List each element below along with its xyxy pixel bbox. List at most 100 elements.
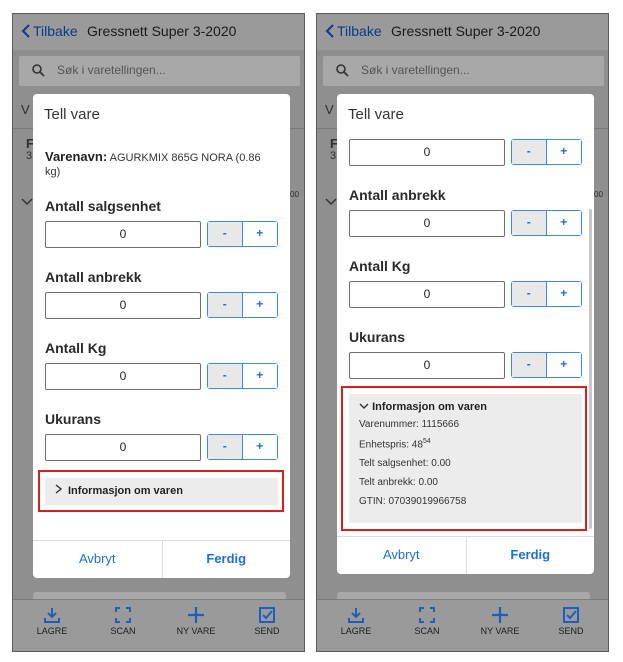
increment-button[interactable]: + bbox=[546, 282, 581, 306]
nav-label: NY VARE bbox=[480, 626, 520, 636]
background-superscript: 00 bbox=[290, 190, 299, 199]
increment-button[interactable]: + bbox=[242, 293, 277, 317]
increment-button[interactable]: + bbox=[242, 364, 277, 388]
decrement-button[interactable]: - bbox=[208, 222, 243, 246]
modal-footer: Avbryt Ferdig bbox=[33, 540, 290, 578]
top-bar: Tilbake Gressnett Super 3-2020 bbox=[317, 14, 608, 50]
nav-scan-button[interactable]: SCAN bbox=[397, 606, 457, 636]
nav-scan-button[interactable]: SCAN bbox=[93, 606, 153, 636]
quantity-stepper: - + bbox=[207, 363, 278, 389]
search-icon bbox=[336, 64, 349, 77]
increment-button[interactable]: + bbox=[242, 222, 277, 246]
chevron-left-icon bbox=[325, 24, 334, 38]
quantity-input-ukurans[interactable]: 0 bbox=[349, 352, 505, 379]
decrement-button[interactable]: - bbox=[512, 211, 547, 235]
decrement-button[interactable]: - bbox=[512, 353, 547, 377]
decrement-button[interactable]: - bbox=[512, 282, 547, 306]
quantity-input-salgsenhet[interactable]: 0 bbox=[349, 139, 505, 166]
top-bar: Tilbake Gressnett Super 3-2020 bbox=[13, 14, 304, 50]
send-icon bbox=[563, 607, 579, 623]
modal-scrollbar[interactable] bbox=[589, 209, 592, 529]
increment-button[interactable]: + bbox=[546, 211, 581, 235]
nav-label: SCAN bbox=[414, 626, 440, 636]
decrement-button[interactable]: - bbox=[208, 364, 243, 388]
decrement-button[interactable]: - bbox=[512, 140, 547, 164]
scan-icon bbox=[419, 607, 435, 623]
quantity-stepper: - + bbox=[511, 352, 582, 378]
increment-button[interactable]: + bbox=[242, 435, 277, 459]
modal-title: Tell vare bbox=[348, 106, 404, 123]
quantity-input-ukurans[interactable]: 0 bbox=[45, 434, 201, 461]
quantity-stepper: - + bbox=[207, 221, 278, 247]
nav-label: SCAN bbox=[110, 626, 136, 636]
nav-send-button[interactable]: SEND bbox=[541, 606, 601, 636]
page-title: Gressnett Super 3-2020 bbox=[391, 23, 541, 39]
decrement-button[interactable]: - bbox=[208, 293, 243, 317]
search-icon bbox=[32, 64, 45, 77]
quantity-input-anbrekk[interactable]: 0 bbox=[349, 210, 505, 237]
nav-save-button[interactable]: LAGRE bbox=[22, 606, 82, 636]
quantity-stepper: - + bbox=[511, 281, 582, 307]
send-icon bbox=[259, 607, 275, 623]
back-label: Tilbake bbox=[337, 23, 382, 39]
phone-screen-left: Tilbake Gressnett Super 3-2020 Søk i var… bbox=[12, 13, 305, 652]
done-button[interactable]: Ferdig bbox=[465, 537, 595, 574]
save-icon bbox=[44, 608, 60, 623]
field-label-kg: Antall Kg bbox=[349, 258, 411, 274]
field-label-anbrekk: Antall anbrekk bbox=[45, 269, 142, 285]
page-title: Gressnett Super 3-2020 bbox=[87, 23, 237, 39]
phone-screen-right: Tilbake Gressnett Super 3-2020 Søk i var… bbox=[316, 13, 609, 652]
back-button[interactable]: Tilbake bbox=[21, 23, 78, 39]
nav-label: LAGRE bbox=[36, 626, 68, 636]
nav-send-button[interactable]: SEND bbox=[237, 606, 297, 636]
background-letter: 3 bbox=[330, 150, 337, 162]
nav-label: SEND bbox=[558, 626, 584, 636]
cancel-button[interactable]: Avbryt bbox=[337, 537, 466, 574]
back-button[interactable]: Tilbake bbox=[325, 23, 382, 39]
nav-label: NY VARE bbox=[176, 626, 216, 636]
highlight-box-expanded-info bbox=[341, 386, 587, 531]
quantity-input-anbrekk[interactable]: 0 bbox=[45, 292, 201, 319]
highlight-box-collapsed-info bbox=[38, 470, 284, 512]
chevron-down-icon bbox=[325, 194, 337, 209]
decrement-button[interactable]: - bbox=[208, 435, 243, 459]
save-icon bbox=[348, 608, 364, 623]
back-label: Tilbake bbox=[33, 23, 78, 39]
field-label-kg: Antall Kg bbox=[45, 340, 107, 356]
quantity-input-kg[interactable]: 0 bbox=[45, 363, 201, 390]
nav-save-button[interactable]: LAGRE bbox=[326, 606, 386, 636]
nav-label: LAGRE bbox=[340, 626, 372, 636]
field-label-salgsenhet: Antall salgsenhet bbox=[45, 198, 161, 214]
chevron-left-icon bbox=[21, 24, 30, 38]
increment-button[interactable]: + bbox=[546, 140, 581, 164]
quantity-input-salgsenhet[interactable]: 0 bbox=[45, 221, 201, 248]
search-bar[interactable]: Søk i varetellingen... bbox=[19, 56, 300, 86]
field-label-ukurans: Ukurans bbox=[349, 329, 406, 345]
search-placeholder: Søk i varetellingen... bbox=[57, 63, 166, 77]
bottom-nav: LAGRE SCAN NY VARE SEND bbox=[317, 599, 608, 651]
quantity-stepper: - + bbox=[207, 434, 278, 460]
bottom-nav: LAGRE SCAN NY VARE SEND bbox=[13, 599, 304, 651]
chevron-down-icon bbox=[21, 194, 33, 209]
plus-icon bbox=[188, 607, 204, 623]
field-label-anbrekk: Antall anbrekk bbox=[349, 187, 446, 203]
quantity-stepper: - + bbox=[207, 292, 278, 318]
nav-label: SEND bbox=[254, 626, 280, 636]
background-letter: V bbox=[21, 102, 30, 117]
nav-new-item-button[interactable]: NY VARE bbox=[470, 606, 530, 636]
quantity-input-kg[interactable]: 0 bbox=[349, 281, 505, 308]
quantity-stepper: - + bbox=[511, 210, 582, 236]
search-bar[interactable]: Søk i varetellingen... bbox=[323, 56, 604, 86]
done-button[interactable]: Ferdig bbox=[161, 541, 291, 578]
increment-button[interactable]: + bbox=[546, 353, 581, 377]
field-label-ukurans: Ukurans bbox=[45, 411, 102, 427]
search-placeholder: Søk i varetellingen... bbox=[361, 63, 470, 77]
item-name-label: Varenavn: bbox=[45, 149, 108, 164]
background-superscript: 00 bbox=[594, 190, 603, 199]
scan-icon bbox=[115, 607, 131, 623]
item-name: Varenavn: AGURKMIX 865G NORA (0.86 kg) bbox=[45, 150, 275, 179]
nav-new-item-button[interactable]: NY VARE bbox=[166, 606, 226, 636]
cancel-button[interactable]: Avbryt bbox=[33, 541, 162, 578]
background-letter: V bbox=[325, 102, 334, 117]
quantity-stepper: - + bbox=[511, 139, 582, 165]
